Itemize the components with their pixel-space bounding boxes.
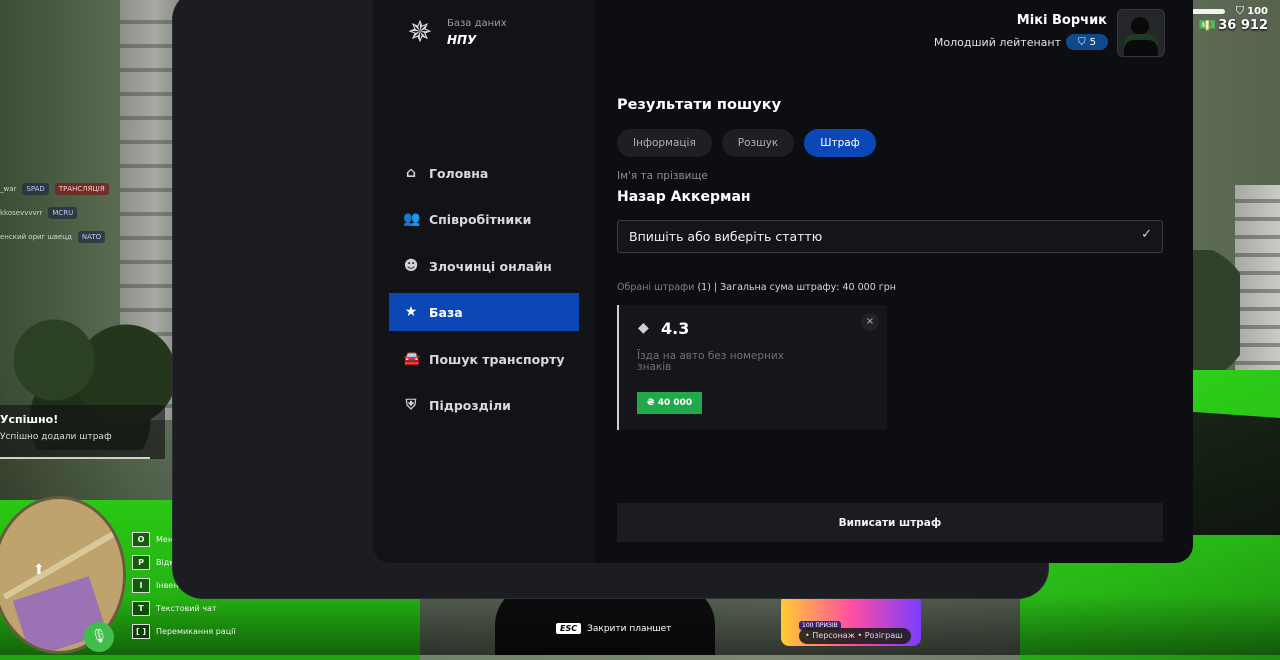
sidebar-item-staff[interactable]: 👥 Співробітники — [389, 200, 579, 238]
sidebar-item-criminals[interactable]: ☻ Злочинці онлайн — [389, 247, 579, 285]
name-value: Назар Аккерман — [617, 189, 751, 205]
fines-summary: Обрані штрафи (1) | Загальна сума штрафу… — [617, 282, 897, 293]
tab-fine[interactable]: Штраф — [804, 129, 876, 157]
money-icon: 💵 — [1198, 18, 1216, 34]
check-icon: ✓ — [1141, 227, 1152, 242]
fine-amount: ₴ 40 000 — [637, 392, 702, 414]
chat-line: _war SPAD ТРАНСЛЯЦІЯ — [0, 183, 109, 195]
sidebar: ✵ База даних НПУ ⌂ Головна 👥 Співробітни… — [373, 0, 595, 563]
key-hint: [ ] Перемикання рації — [132, 620, 236, 643]
success-notification: Успішно! Успішно додали штраф — [0, 405, 165, 459]
tab-info[interactable]: Інформація — [617, 129, 712, 157]
user-rank: Молодший лейтенант — [933, 36, 1061, 49]
criminal-icon: ☻ — [403, 258, 419, 274]
search-results: Результати пошуку Інформація Розшук Штра… — [617, 95, 1165, 430]
notification-text: Успішно додали штраф — [0, 432, 112, 442]
armor-icon: ⛉ — [1235, 4, 1244, 17]
fine-card: ◆ 4.3 × Їзда на авто без номерних знаків… — [617, 305, 887, 430]
chat-line: kkosevvvvrr MCRU — [0, 207, 109, 219]
badge-icon: ⛉ — [1078, 36, 1086, 48]
issue-fine-button[interactable]: Виписати штраф — [617, 503, 1163, 542]
logo-title: НПУ — [447, 33, 477, 47]
tab-wanted[interactable]: Розшук — [721, 129, 795, 157]
star-icon: ★ — [404, 304, 418, 320]
staff-icon: 👥 — [403, 211, 421, 227]
esc-key: ESC — [556, 623, 582, 634]
background-building-right — [1235, 185, 1280, 385]
car-icon: 🚘 — [403, 351, 421, 367]
user-name: Мікі Ворчик — [1016, 13, 1107, 28]
fine-description: Їзда на авто без номерних знаків — [637, 350, 784, 373]
page-title: Результати пошуку — [617, 97, 782, 113]
microphone-icon: 🎙 — [84, 622, 114, 652]
tag-icon: ◆ — [638, 320, 649, 336]
sidebar-item-database[interactable]: ★ База — [389, 293, 579, 331]
article-select[interactable]: Впишіть або виберіть статтю ✓ — [617, 220, 1163, 253]
shield-icon: ⛨ — [405, 397, 417, 413]
key-hint: T Текстовий чат — [132, 597, 236, 620]
logo-subtitle: База даних — [447, 18, 507, 29]
tablet-screen: ✵ База даних НПУ ⌂ Головна 👥 Співробітни… — [373, 0, 1193, 563]
fine-article-code: 4.3 — [661, 319, 690, 338]
name-label: Ім'я та прізвище — [617, 170, 708, 182]
article-select-placeholder: Впишіть або виберіть статтю — [629, 229, 823, 244]
player-marker-icon: ⬆ — [33, 562, 45, 578]
close-tablet-hint: ESC Закрити планшет — [556, 623, 671, 634]
health-value: 100 — [1247, 6, 1268, 17]
avatar — [1117, 9, 1165, 57]
sidebar-item-home[interactable]: ⌂ Головна — [389, 154, 579, 192]
notification-title: Успішно! — [0, 413, 59, 426]
result-tabs: Інформація Розшук Штраф — [617, 129, 876, 157]
promo-banner[interactable]: 100 ПРИЗІВ • Персонаж • Розіграш — [781, 594, 921, 646]
notification-progress — [0, 457, 150, 459]
user-level-badge: ⛉ 5 — [1066, 34, 1108, 50]
remove-fine-button[interactable]: × — [861, 313, 879, 331]
sidebar-item-divisions[interactable]: ⛨ Підрозділи — [389, 386, 579, 424]
promo-footer: • Персонаж • Розіграш — [799, 628, 911, 644]
sidebar-item-vehicle-search[interactable]: 🚘 Пошук транспорту — [389, 340, 579, 378]
chat-line: енский ориг швецд NATO — [0, 231, 109, 243]
police-badge-icon: ✵ — [407, 14, 433, 50]
home-icon: ⌂ — [405, 165, 417, 181]
game-chat: _war SPAD ТРАНСЛЯЦІЯ kkosevvvvrr MCRU ен… — [0, 183, 109, 255]
money-value: 36 912 — [1218, 18, 1268, 33]
police-tablet: ✵ База даних НПУ ⌂ Головна 👥 Співробітни… — [173, 0, 1193, 598]
